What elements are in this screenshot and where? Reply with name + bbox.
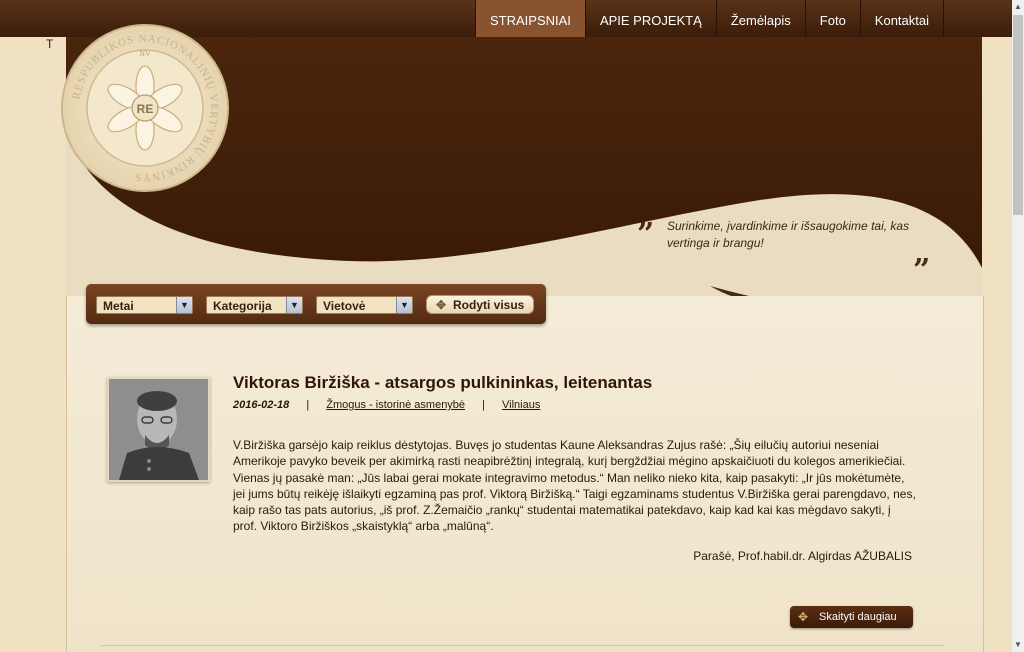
portrait-image [109, 379, 208, 480]
move-icon: ✥ [436, 298, 447, 312]
article-meta: 2016-02-18 | Žmogus - istorinė asmenybė … [233, 399, 540, 411]
category-select[interactable]: Kategorija ▼ [206, 296, 303, 314]
chevron-down-icon: ▼ [396, 297, 412, 313]
page: STRAIPSNIAI APIE PROJEKTĄ Žemėlapis Foto… [0, 0, 1012, 652]
meta-separator: | [482, 399, 485, 411]
filter-bar: Metai ▼ Kategorija ▼ Vietovė ▼ ✥ Rodyti … [86, 284, 546, 324]
meta-separator: | [306, 399, 310, 411]
article-date: 2016-02-18 [233, 399, 290, 411]
site-logo-seal[interactable]: RESPUBLIKOS NACIONALINIŲ VERTYBIŲ RINKIN… [60, 10, 230, 205]
show-all-label: Rodyti visus [453, 298, 525, 312]
nav-item-foto[interactable]: Foto [804, 0, 860, 37]
scroll-up-icon[interactable]: ▲ [1012, 0, 1024, 14]
places-select[interactable]: Vietovė ▼ [316, 296, 413, 314]
read-more-label: Skaityti daugiau [819, 611, 897, 623]
article-divider [100, 645, 945, 646]
scrollbar-thumb[interactable] [1013, 15, 1023, 215]
article-place-link[interactable]: Vilniaus [502, 399, 540, 411]
nav-item-kontaktai[interactable]: Kontaktai [859, 0, 944, 37]
vertical-scrollbar[interactable]: ▲ ▼ [1012, 0, 1024, 652]
site-quote: Surinkime, įvardinkime ir išsaugokime ta… [667, 219, 910, 250]
chevron-down-icon: ▼ [176, 297, 192, 313]
nav-item-zemelapis[interactable]: Žemėlapis [715, 0, 805, 37]
read-more-button[interactable]: ✥ Skaityti daugiau [790, 606, 913, 628]
main-nav: STRAIPSNIAI APIE PROJEKTĄ Žemėlapis Foto… [475, 0, 944, 37]
quote-open-mark: ” [637, 217, 655, 252]
article-category-link[interactable]: Žmogus - istorinė asmenybė [326, 399, 465, 411]
logo-top-mark: NV [139, 49, 151, 58]
quote-close-mark: ” [913, 253, 931, 288]
years-select[interactable]: Metai ▼ [96, 296, 193, 314]
nav-item-apie-projekta[interactable]: APIE PROJEKTĄ [584, 0, 716, 37]
nav-item-straipsniai[interactable]: STRAIPSNIAI [475, 0, 585, 37]
article-body: V.Biržiška garsėjo kaip reiklus dėstytoj… [233, 438, 916, 534]
article-photo[interactable] [107, 377, 210, 482]
years-select-label: Metai [103, 299, 134, 313]
category-select-label: Kategorija [213, 299, 272, 313]
show-all-button[interactable]: ✥ Rodyti visus [426, 295, 534, 314]
article-title[interactable]: Viktoras Biržiška - atsargos pulkininkas… [233, 373, 652, 393]
move-icon: ✥ [798, 610, 809, 624]
chevron-down-icon: ▼ [286, 297, 302, 313]
stray-text: T [46, 37, 54, 51]
scroll-down-icon[interactable]: ▼ [1012, 638, 1024, 652]
logo-center-mark: RE [137, 102, 154, 116]
article-author: Parašė, Prof.habil.dr. Algirdas AŽUBALIS [693, 549, 912, 563]
places-select-label: Vietovė [323, 299, 366, 313]
